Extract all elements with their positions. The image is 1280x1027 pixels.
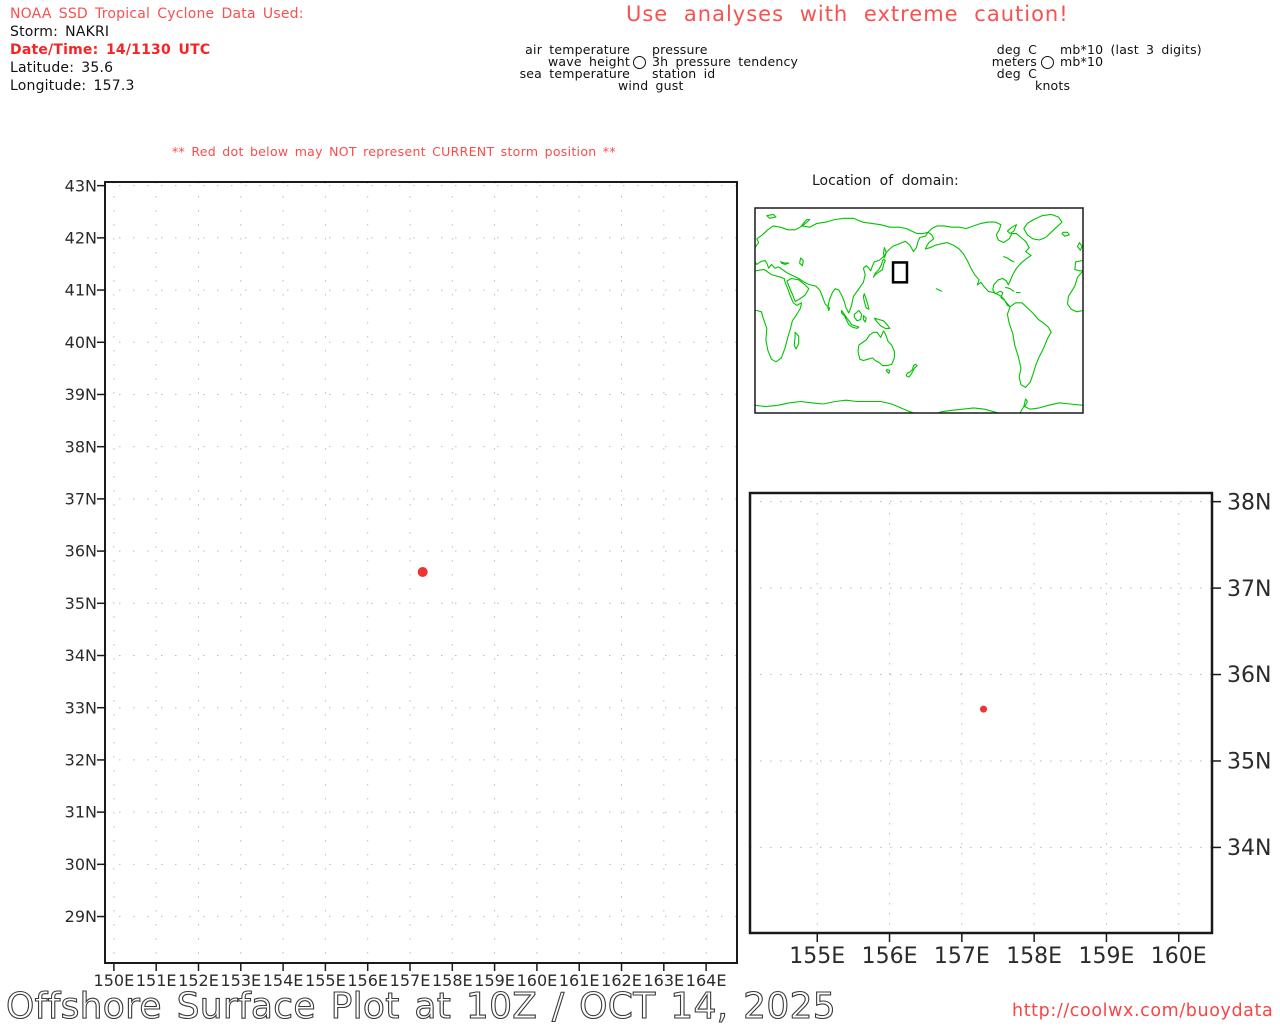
coastline <box>862 293 870 310</box>
x-tick-label: 158E <box>1006 944 1062 969</box>
coastline <box>1023 213 1063 241</box>
coastline <box>1006 302 1052 388</box>
source-url: http://coolwx.com/buoydata <box>1012 1001 1274 1021</box>
domain-location-box <box>891 261 909 284</box>
page-title: Offshore Surface Plot at 10Z / OCT 14, 2… <box>5 985 836 1027</box>
coastline <box>755 217 929 314</box>
coastline <box>873 317 891 329</box>
coastline <box>799 257 804 267</box>
y-tick-label: 33N <box>65 698 97 717</box>
y-tick-label: 37N <box>65 489 97 508</box>
coastline <box>1003 256 1015 263</box>
coastline <box>1066 270 1083 313</box>
storm-position-dot <box>980 705 988 713</box>
x-tick-label: 159E <box>1078 944 1134 969</box>
coastline <box>1006 224 1018 235</box>
coastline <box>1005 286 1015 292</box>
y-tick-label: 36N <box>1227 663 1271 688</box>
coastline <box>779 261 790 265</box>
coastline <box>882 247 887 259</box>
y-tick-label: 39N <box>65 385 97 404</box>
x-tick-label: 157E <box>934 944 990 969</box>
y-tick-label: 37N <box>1227 577 1271 602</box>
y-tick-label: 32N <box>65 751 97 770</box>
y-tick-label: 38N <box>1227 490 1271 515</box>
coastline <box>935 288 943 292</box>
storm-position-dot <box>417 566 428 577</box>
plot-frame <box>748 491 1214 935</box>
coastline <box>857 330 895 367</box>
coastline <box>862 315 867 323</box>
coastline <box>905 363 918 378</box>
x-tick-label: 156E <box>862 944 918 969</box>
coastline <box>1061 231 1070 237</box>
y-tick-label: 31N <box>65 803 97 822</box>
zoom-plot: 155E 156E 157E 158E 159E 160E 34N 35N 36N 37N 38N <box>748 490 1271 969</box>
y-tick-label: 29N <box>65 907 97 926</box>
y-tick-label: 36N <box>65 542 97 561</box>
plots-canvas: 150E 151E 152E 153E 154E 155E 156E 157E 158E 159E… <box>65 176 1272 990</box>
coastline <box>755 398 1083 413</box>
main-plot: 150E 151E 152E 153E 154E 155E 156E 157E 158E 159E… <box>65 176 738 990</box>
y-tick-label: 38N <box>65 437 97 456</box>
y-tick-label: 41N <box>65 281 97 300</box>
coastline <box>885 368 891 374</box>
y-tick-label: 35N <box>1227 750 1271 775</box>
coastline <box>793 331 800 350</box>
y-tick-label: 34N <box>1227 836 1271 861</box>
x-tick-label: 155E <box>789 944 845 969</box>
x-tick-label: 160E <box>1151 944 1207 969</box>
coastline <box>924 221 1032 308</box>
y-tick-label: 42N <box>65 228 97 247</box>
world-map-inset <box>754 207 1084 414</box>
y-tick-label: 43N <box>65 176 97 195</box>
y-tick-label: 35N <box>65 594 97 613</box>
coastline <box>853 309 863 322</box>
coastline <box>786 277 810 303</box>
coastline <box>1074 259 1083 272</box>
y-tick-label: 40N <box>65 333 97 352</box>
coastline <box>755 268 803 363</box>
y-tick-label: 30N <box>65 855 97 874</box>
coastline <box>1076 242 1083 251</box>
coastline <box>800 218 811 227</box>
y-tick-label: 34N <box>65 646 97 665</box>
coastline <box>827 306 831 312</box>
coastline <box>766 213 777 219</box>
